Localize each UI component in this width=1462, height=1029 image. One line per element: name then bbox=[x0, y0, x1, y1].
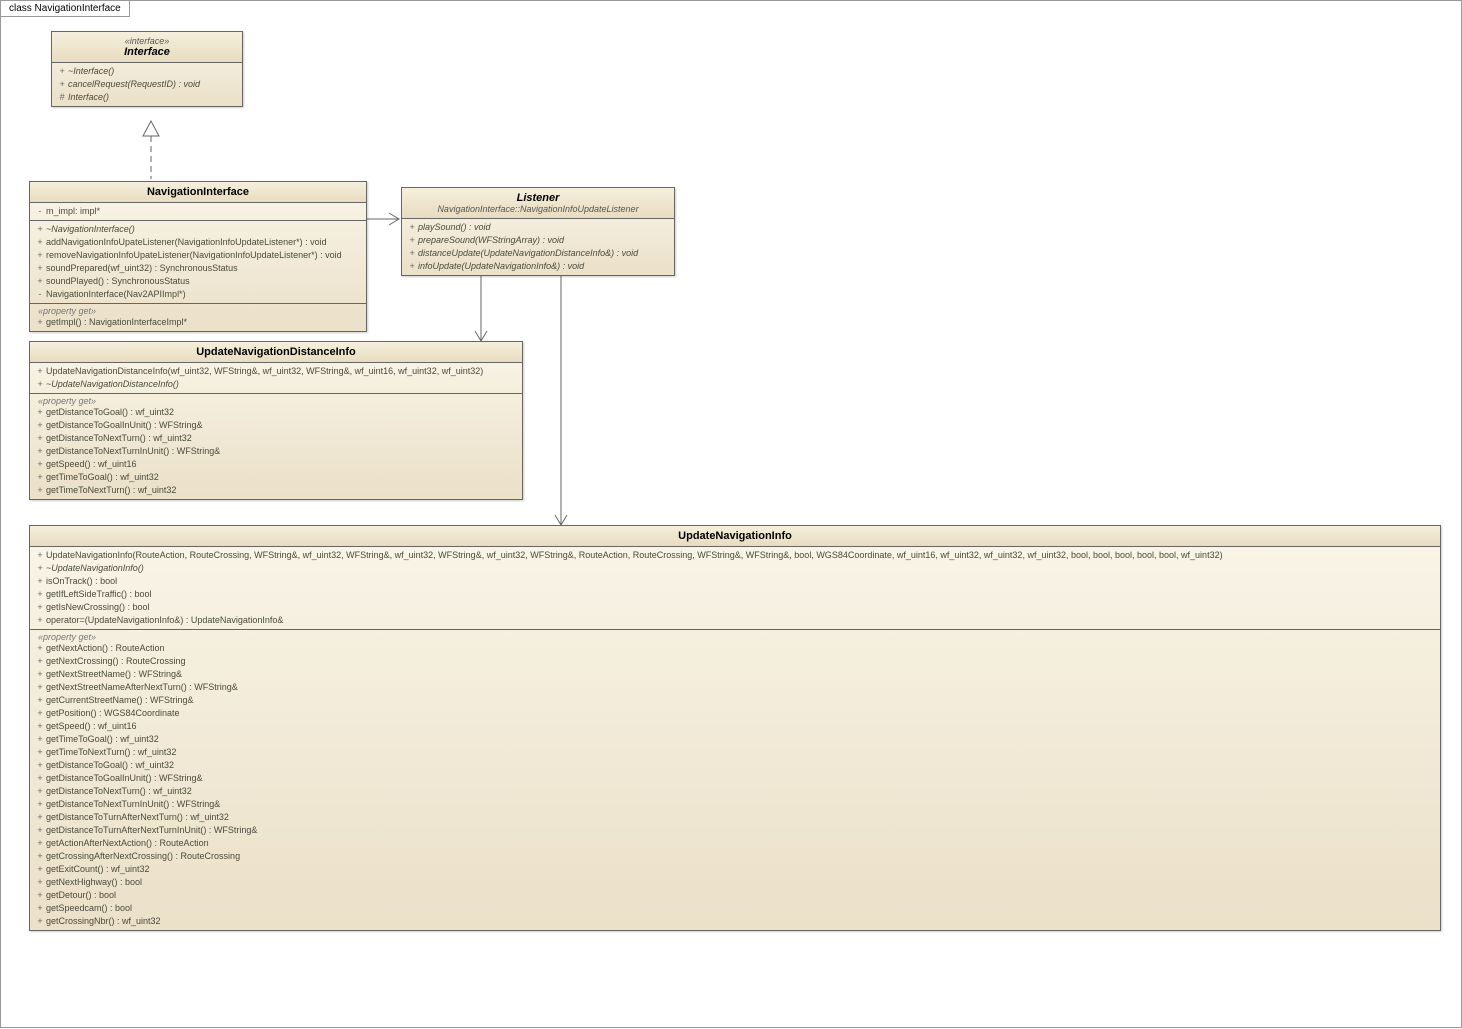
member-row: +getTimeToGoal() : wf_uint32 bbox=[34, 471, 518, 484]
class-header: NavigationInterface bbox=[30, 182, 366, 203]
member-row: +getDistanceToGoal() : wf_uint32 bbox=[34, 406, 518, 419]
member-row: -m_impl: impl* bbox=[34, 205, 362, 218]
member-row: +soundPrepared(wf_uint32) : SynchronousS… bbox=[34, 262, 362, 275]
class-header: «interface» Interface bbox=[52, 32, 242, 63]
member-row: +getCurrentStreetName() : WFString& bbox=[34, 694, 1436, 707]
member-row: +UpdateNavigationInfo(RouteAction, Route… bbox=[34, 549, 1436, 562]
member-row: +getIfLeftSideTraffic() : bool bbox=[34, 588, 1436, 601]
member-row: +removeNavigationInfoUpateListener(Navig… bbox=[34, 249, 362, 262]
member-row: +getDistanceToNextTurnInUnit() : WFStrin… bbox=[34, 798, 1436, 811]
member-row: +UpdateNavigationDistanceInfo(wf_uint32,… bbox=[34, 365, 518, 378]
member-row: +distanceUpdate(UpdateNavigationDistance… bbox=[406, 247, 670, 260]
member-row: +getSpeed() : wf_uint16 bbox=[34, 720, 1436, 733]
member-row: +infoUpdate(UpdateNavigationInfo&) : voi… bbox=[406, 260, 670, 273]
member-row: +getActionAfterNextAction() : RouteActio… bbox=[34, 837, 1436, 850]
member-row: +getNextStreetNameAfterNextTurn() : WFSt… bbox=[34, 681, 1436, 694]
member-row: +addNavigationInfoUpateListener(Navigati… bbox=[34, 236, 362, 249]
member-row: +playSound() : void bbox=[406, 221, 670, 234]
member-row: +getCrossingAfterNextCrossing() : RouteC… bbox=[34, 850, 1436, 863]
member-row: +getNextHighway() : bool bbox=[34, 876, 1436, 889]
member-row: +getDistanceToNextTurn() : wf_uint32 bbox=[34, 785, 1436, 798]
member-row: +getDistanceToTurnAfterNextTurn() : wf_u… bbox=[34, 811, 1436, 824]
member-row: +cancelRequest(RequestID) : void bbox=[56, 78, 238, 91]
member-row: +~UpdateNavigationDistanceInfo() bbox=[34, 378, 518, 391]
member-row: +prepareSound(WFStringArray) : void bbox=[406, 234, 670, 247]
member-row: +getDistanceToTurnAfterNextTurnInUnit() … bbox=[34, 824, 1436, 837]
diagram-canvas: class NavigationInterface «interface» In… bbox=[0, 0, 1462, 1028]
member-row: +~Interface() bbox=[56, 65, 238, 78]
member-row: #Interface() bbox=[56, 91, 238, 104]
member-row: +getImpl() : NavigationInterfaceImpl* bbox=[34, 316, 362, 329]
class-navigationinterface[interactable]: NavigationInterface -m_impl: impl* +~Nav… bbox=[29, 181, 367, 332]
member-row: +getNextStreetName() : WFString& bbox=[34, 668, 1436, 681]
member-row: +~UpdateNavigationInfo() bbox=[34, 562, 1436, 575]
member-row: +getIsNewCrossing() : bool bbox=[34, 601, 1436, 614]
member-row: +getExitCount() : wf_uint32 bbox=[34, 863, 1436, 876]
class-listener[interactable]: Listener NavigationInterface::Navigation… bbox=[401, 187, 675, 276]
class-header: UpdateNavigationDistanceInfo bbox=[30, 342, 522, 363]
member-row: +getNextAction() : RouteAction bbox=[34, 642, 1436, 655]
member-row: +~NavigationInterface() bbox=[34, 223, 362, 236]
diagram-title-tab: class NavigationInterface bbox=[0, 0, 130, 17]
member-row: -NavigationInterface(Nav2APIImpl*) bbox=[34, 288, 362, 301]
member-row: +getNextCrossing() : RouteCrossing bbox=[34, 655, 1436, 668]
member-row: +isOnTrack() : bool bbox=[34, 575, 1436, 588]
class-interface[interactable]: «interface» Interface +~Interface()+canc… bbox=[51, 31, 243, 107]
member-row: +operator=(UpdateNavigationInfo&) : Upda… bbox=[34, 614, 1436, 627]
member-row: +getTimeToNextTurn() : wf_uint32 bbox=[34, 484, 518, 497]
member-row: +getSpeed() : wf_uint16 bbox=[34, 458, 518, 471]
member-row: +getPosition() : WGS84Coordinate bbox=[34, 707, 1436, 720]
member-row: +getDetour() : bool bbox=[34, 889, 1436, 902]
member-row: +getDistanceToGoalInUnit() : WFString& bbox=[34, 772, 1436, 785]
member-row: +getDistanceToNextTurnInUnit() : WFStrin… bbox=[34, 445, 518, 458]
member-row: +soundPlayed() : SynchronousStatus bbox=[34, 275, 362, 288]
class-updatenavigationdistanceinfo[interactable]: UpdateNavigationDistanceInfo +UpdateNavi… bbox=[29, 341, 523, 500]
member-row: +getSpeedcam() : bool bbox=[34, 902, 1436, 915]
member-row: +getDistanceToGoalInUnit() : WFString& bbox=[34, 419, 518, 432]
member-row: +getTimeToGoal() : wf_uint32 bbox=[34, 733, 1436, 746]
member-row: +getCrossingNbr() : wf_uint32 bbox=[34, 915, 1436, 928]
member-row: +getDistanceToNextTurn() : wf_uint32 bbox=[34, 432, 518, 445]
class-header: UpdateNavigationInfo bbox=[30, 526, 1440, 547]
class-header: Listener NavigationInterface::Navigation… bbox=[402, 188, 674, 219]
class-updatenavigationinfo[interactable]: UpdateNavigationInfo +UpdateNavigationIn… bbox=[29, 525, 1441, 931]
member-row: +getTimeToNextTurn() : wf_uint32 bbox=[34, 746, 1436, 759]
member-row: +getDistanceToGoal() : wf_uint32 bbox=[34, 759, 1436, 772]
